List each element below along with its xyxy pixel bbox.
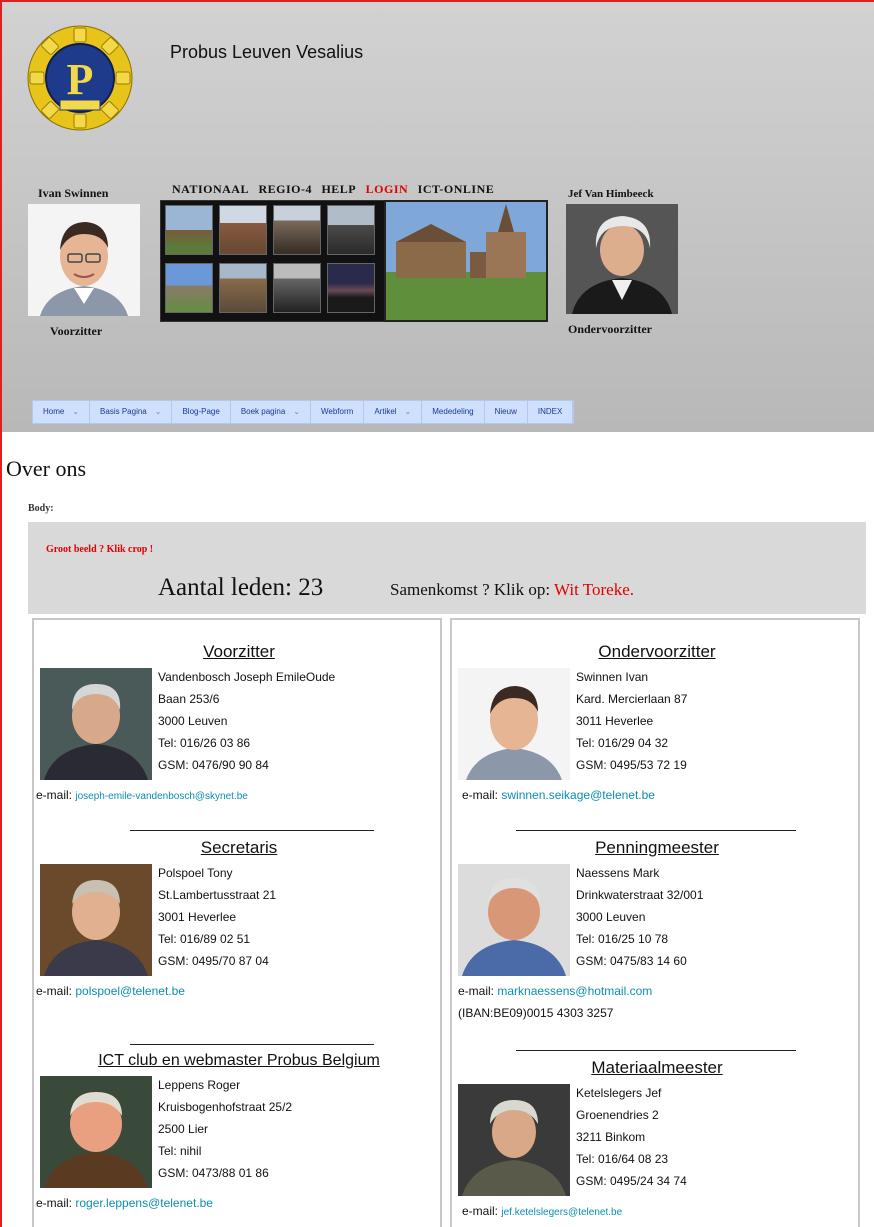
board-column-left: Voorzitter Vandenbosch Joseph EmileOude … bbox=[32, 618, 442, 1227]
board-card-materiaalmeester: Materiaalmeester Ketelslegers Jef Groene… bbox=[458, 1058, 856, 1218]
gallery-thumb-8[interactable] bbox=[327, 263, 375, 313]
member-count: Aantal leden: 23 bbox=[158, 574, 324, 601]
board-column-right: Ondervoorzitter Swinnen Ivan Kard. Merci… bbox=[450, 618, 860, 1227]
member-photo[interactable] bbox=[458, 864, 570, 976]
board-card-secretaris: Secretaris Polspoel Tony St.Lambertusstr… bbox=[36, 838, 438, 998]
member-photo[interactable] bbox=[40, 1076, 152, 1188]
email-link[interactable]: joseph-emile-vandenbosch@skynet.be bbox=[75, 791, 247, 802]
gallery-thumb-3[interactable] bbox=[273, 205, 321, 255]
main-navbar: Home ⌄ Basis Pagina ⌄ Blog-Page Boek pagin… bbox=[32, 400, 575, 424]
photo-gallery bbox=[160, 200, 386, 322]
link-login[interactable]: LOGIN bbox=[366, 182, 409, 196]
nav-basis-pagina[interactable]: Basis Pagina ⌄ bbox=[90, 401, 173, 423]
card-title: ICT club en webmaster Probus Belgium bbox=[98, 1052, 380, 1069]
iban-text: (IBAN:BE09)0015 4303 3257 bbox=[458, 1006, 614, 1020]
probus-logo[interactable]: P bbox=[26, 24, 134, 132]
nav-blog-page[interactable]: Blog-Page bbox=[172, 401, 231, 423]
email-link[interactable]: jef.ketelslegers@telenet.be bbox=[501, 1207, 622, 1218]
svg-text:P: P bbox=[67, 55, 94, 104]
email-link[interactable]: polspoel@telenet.be bbox=[75, 984, 185, 998]
left-person-photo[interactable] bbox=[28, 204, 140, 316]
member-photo[interactable] bbox=[40, 668, 152, 780]
gallery-thumb-4[interactable] bbox=[327, 205, 375, 255]
email-link[interactable]: swinnen.seikage@telenet.be bbox=[501, 788, 655, 802]
nav-home[interactable]: Home ⌄ bbox=[33, 401, 91, 423]
member-photo[interactable] bbox=[458, 1084, 570, 1196]
right-person-role: Ondervoorzitter bbox=[568, 322, 652, 336]
email-link[interactable]: marknaessens@hotmail.com bbox=[497, 984, 652, 998]
member-photo[interactable] bbox=[458, 668, 570, 780]
gallery-thumb-1[interactable] bbox=[165, 205, 213, 255]
email-link[interactable]: roger.leppens@telenet.be bbox=[75, 1196, 213, 1210]
board-card-ondervoorzitter: Ondervoorzitter Swinnen Ivan Kard. Merci… bbox=[458, 642, 856, 802]
left-person-role: Voorzitter bbox=[50, 324, 103, 338]
gallery-thumb-5[interactable] bbox=[165, 263, 213, 313]
site-title: Probus Leuven Vesalius bbox=[170, 42, 364, 62]
link-ict-online[interactable]: ICT-ONLINE bbox=[418, 182, 495, 196]
info-box: Groot beeld ? Klik crop ! Aantal leden: … bbox=[28, 522, 866, 614]
card-title: Secretaris bbox=[200, 838, 278, 857]
link-help[interactable]: HELP bbox=[321, 182, 356, 196]
gallery-thumb-7[interactable] bbox=[273, 263, 321, 313]
gallery-thumb-6[interactable] bbox=[219, 263, 267, 313]
gallery-thumb-2[interactable] bbox=[219, 205, 267, 255]
nav-index[interactable]: INDEX bbox=[528, 401, 574, 423]
left-person-name: Ivan Swinnen bbox=[38, 186, 109, 200]
divider bbox=[516, 1050, 796, 1051]
link-regio-4[interactable]: REGIO-4 bbox=[258, 182, 312, 196]
nav-webform[interactable]: Webform bbox=[311, 401, 365, 423]
member-photo[interactable] bbox=[40, 864, 152, 976]
card-title: Voorzitter bbox=[203, 642, 275, 661]
right-person-photo[interactable] bbox=[566, 204, 678, 314]
card-title: Ondervoorzitter bbox=[598, 642, 716, 661]
board-card-voorzitter: Voorzitter Vandenbosch Joseph EmileOude … bbox=[36, 642, 438, 802]
card-title: Materiaalmeester bbox=[591, 1058, 723, 1077]
board-card-ict-webmaster: ICT club en webmaster Probus Belgium Lep… bbox=[36, 1052, 438, 1210]
chevron-down-icon: ⌄ bbox=[154, 407, 162, 416]
nav-nieuw[interactable]: Nieuw bbox=[485, 401, 528, 423]
right-person-name: Jef Van Himbeeck bbox=[568, 188, 654, 200]
card-title: Penningmeester bbox=[595, 838, 719, 857]
nav-boek-pagina[interactable]: Boek pagina ⌄ bbox=[231, 401, 311, 423]
nav-artikel[interactable]: Artikel ⌄ bbox=[364, 401, 423, 423]
divider bbox=[130, 1044, 374, 1045]
chevron-down-icon: ⌄ bbox=[72, 407, 80, 416]
chevron-down-icon: ⌄ bbox=[404, 407, 412, 416]
nav-mededeling[interactable]: Mededeling bbox=[422, 401, 485, 423]
board-card-penningmeester: Penningmeester Naessens Mark Drinkwaters… bbox=[458, 838, 856, 1020]
groot-beeld-link[interactable]: Groot beeld ? Klik crop ! bbox=[46, 544, 153, 555]
samenkomst-text: Samenkomst ? Klik op: Wit Toreke. bbox=[390, 580, 634, 599]
site-header: P Probus Leuven Vesalius Ivan Swinnen Vo… bbox=[2, 2, 874, 432]
wit-toreke-link[interactable]: Wit Toreke. bbox=[554, 580, 634, 599]
top-links: NATIONAAL REGIO-4 HELP LOGIN ICT-ONLINE bbox=[172, 182, 500, 197]
divider bbox=[130, 830, 374, 831]
divider bbox=[516, 830, 796, 831]
gallery-main-photo[interactable] bbox=[384, 200, 548, 322]
link-nationaal[interactable]: NATIONAAL bbox=[172, 182, 249, 196]
page-title: Over ons bbox=[6, 456, 87, 481]
body-label: Body: bbox=[28, 503, 54, 514]
chevron-down-icon: ⌄ bbox=[293, 407, 300, 416]
